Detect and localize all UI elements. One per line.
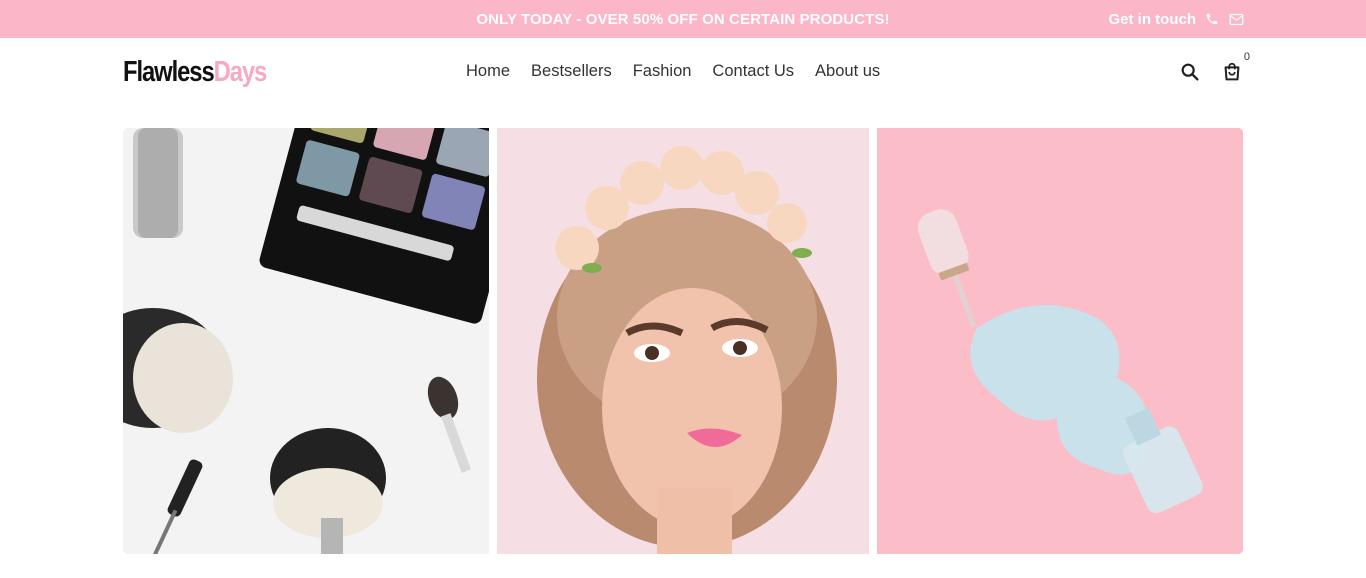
nav-contact-us[interactable]: Contact Us [712, 62, 794, 81]
get-in-touch-label: Get in touch [1108, 10, 1197, 28]
header-actions: 0 [1178, 51, 1250, 84]
site-logo[interactable]: FlawlessDays [123, 54, 268, 90]
mail-icon[interactable] [1228, 11, 1244, 27]
nav-fashion[interactable]: Fashion [633, 62, 692, 81]
search-icon[interactable] [1178, 60, 1202, 84]
nav-bestsellers[interactable]: Bestsellers [531, 62, 612, 81]
get-in-touch-link[interactable]: Get in touch [1109, 0, 1245, 38]
logo-part-2: Days [213, 56, 268, 88]
gallery-image-nail-polish[interactable] [877, 128, 1243, 554]
main-nav: Home Bestsellers Fashion Contact Us Abou… [466, 62, 880, 81]
logo-part-1: Flawless [123, 56, 215, 88]
phone-icon[interactable] [1204, 11, 1220, 27]
site-header: FlawlessDays Home Bestsellers Fashion Co… [0, 38, 1366, 108]
cart-count-badge: 0 [1243, 51, 1250, 63]
gallery-image-woman-flower-crown[interactable] [497, 128, 869, 554]
nav-about-us[interactable]: About us [815, 62, 880, 81]
announcement-bar: ONLY TODAY - OVER 50% OFF ON CERTAIN PRO… [0, 0, 1366, 38]
nav-home[interactable]: Home [466, 62, 510, 81]
hero-gallery [123, 128, 1243, 554]
gallery-image-makeup-brushes[interactable] [123, 128, 489, 554]
cart-button[interactable]: 0 [1220, 51, 1250, 84]
cart-icon [1224, 62, 1240, 81]
